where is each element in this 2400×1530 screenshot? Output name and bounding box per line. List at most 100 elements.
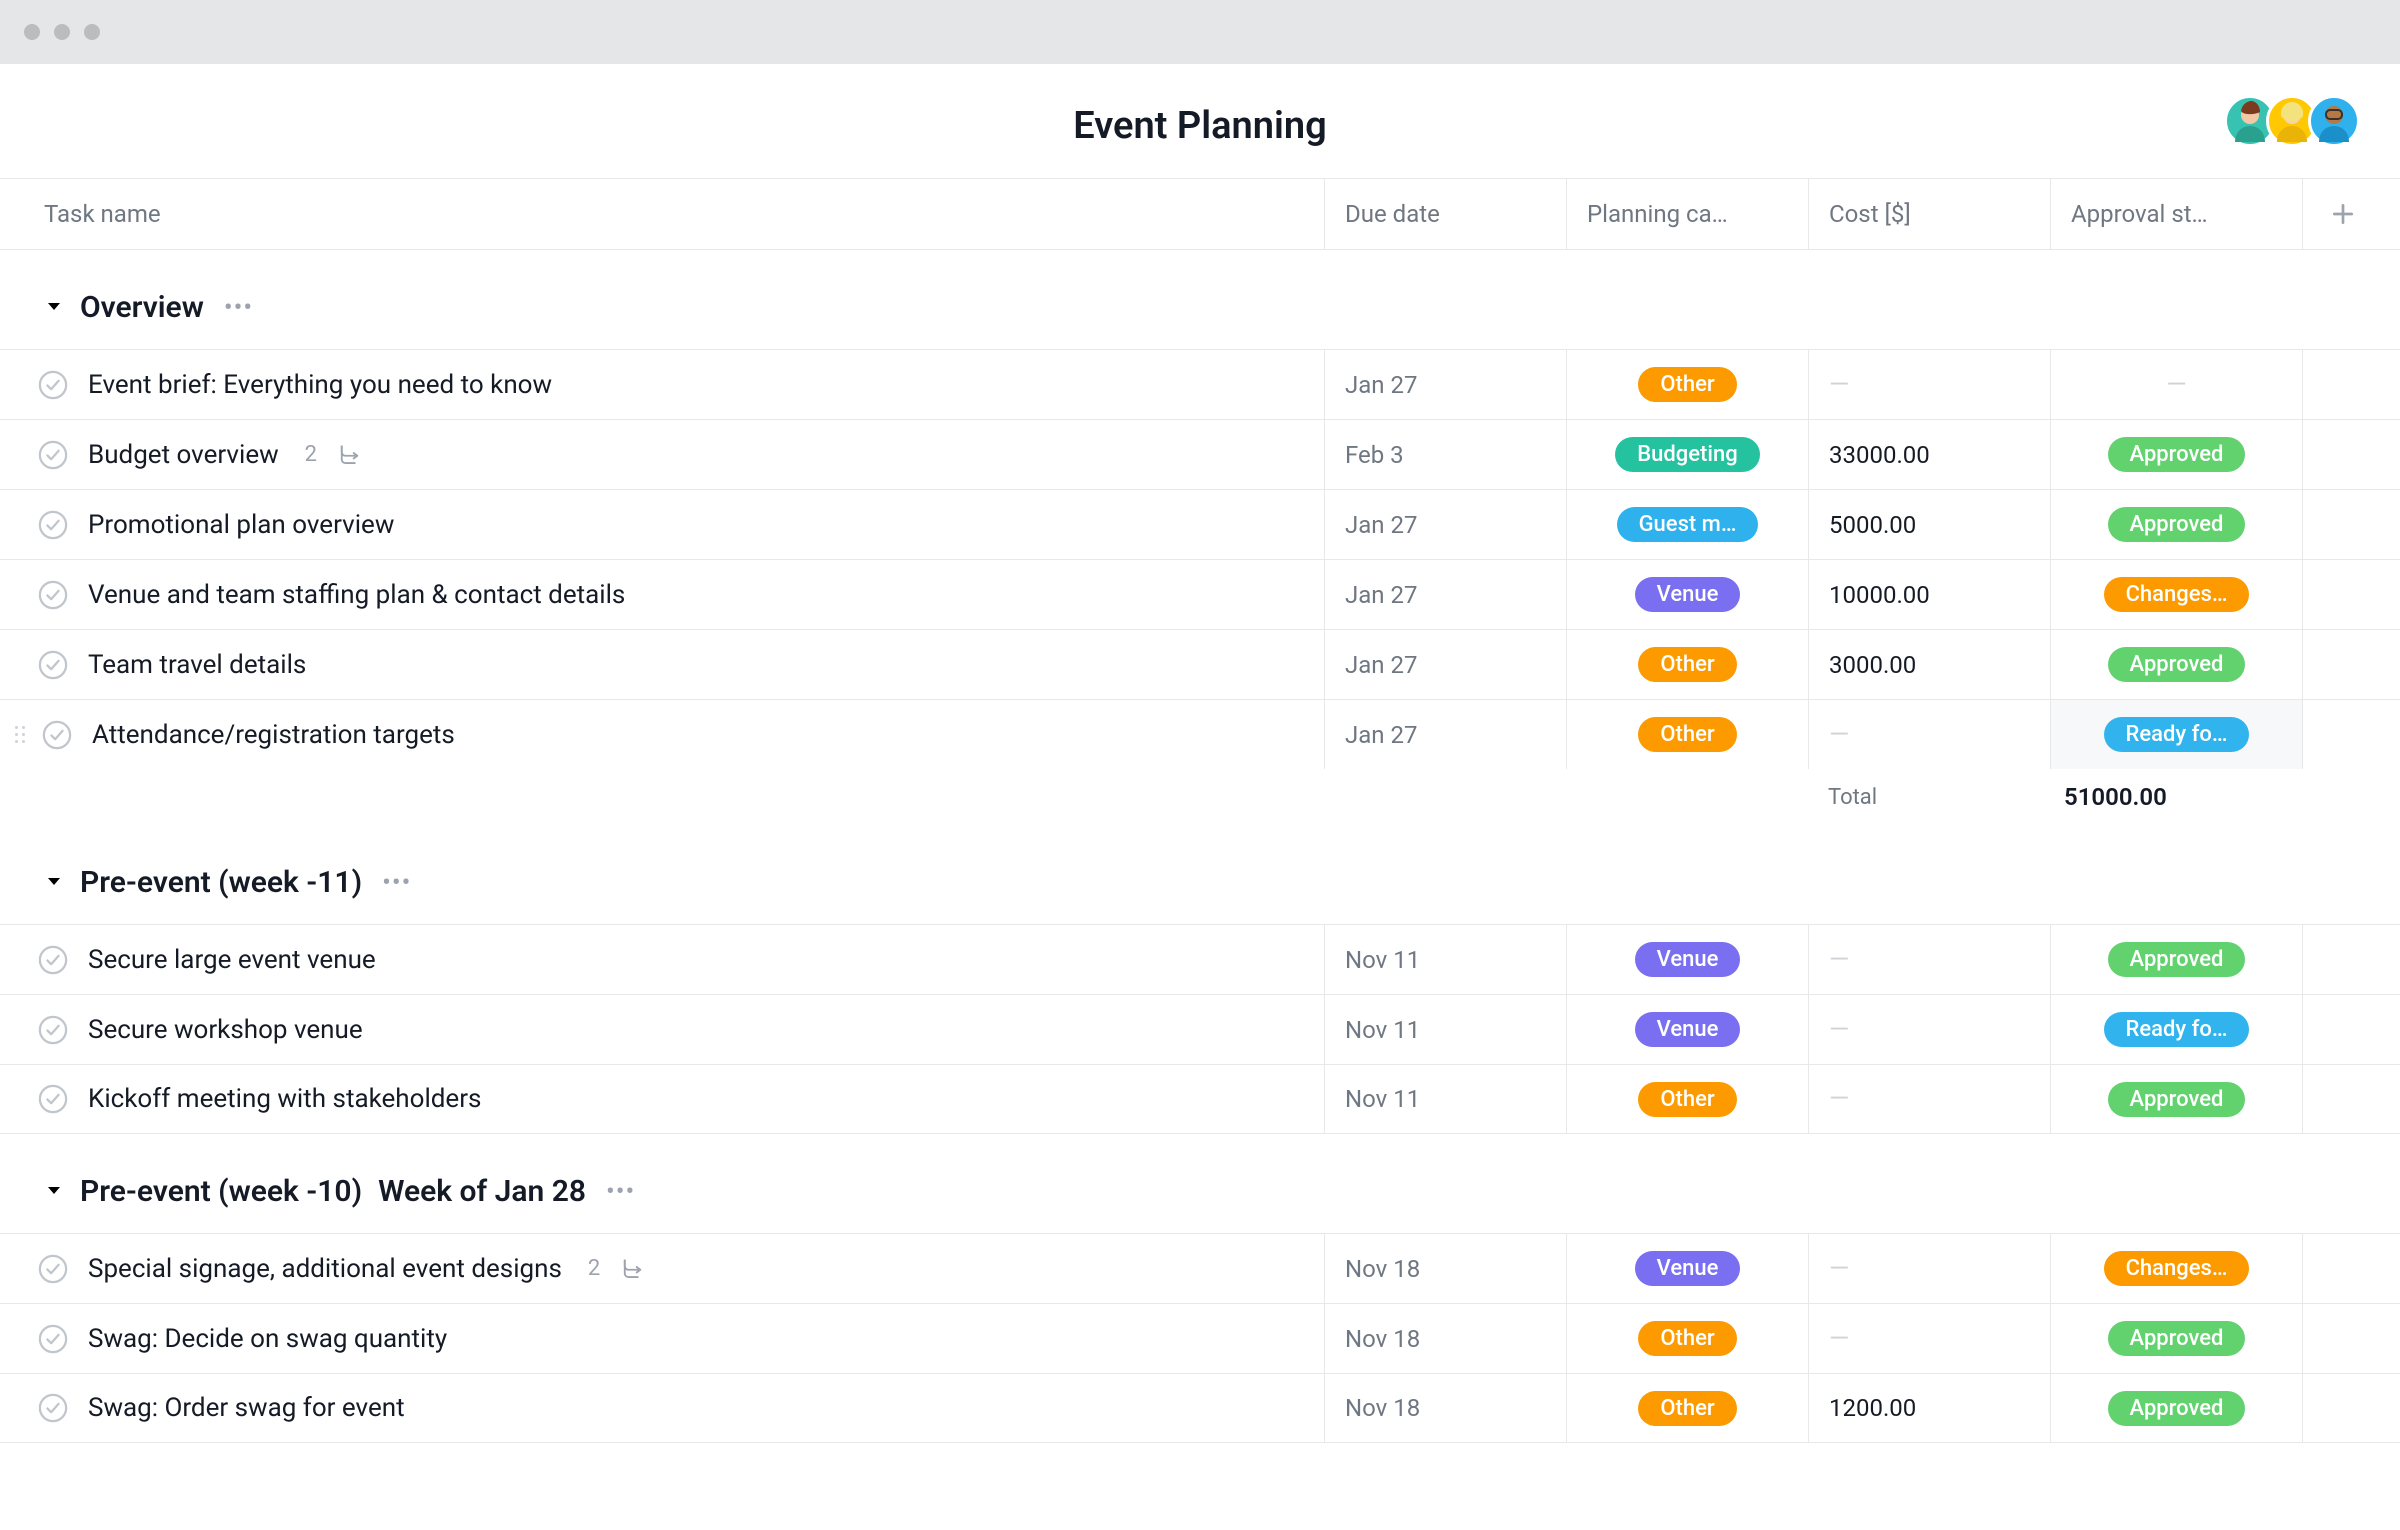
task-extra-cell (2302, 995, 2382, 1064)
section-header[interactable]: Pre-event (week -10)Week of Jan 28 ••• (0, 1134, 2400, 1233)
task-status[interactable]: Changes… (2050, 560, 2302, 629)
section-collapse-icon[interactable] (44, 1180, 64, 1204)
complete-checkbox-icon[interactable] (38, 1015, 68, 1045)
col-status[interactable]: Approval st… (2050, 179, 2302, 249)
task-category[interactable]: Budgeting (1566, 420, 1808, 489)
task-row[interactable]: Budget overview2 Feb 3 Budgeting 33000.0… (0, 419, 2400, 489)
section-more-icon[interactable]: ••• (382, 868, 411, 898)
task-cost[interactable]: 10000.00 (1808, 560, 2050, 629)
task-status[interactable]: Ready fo… (2050, 995, 2302, 1064)
complete-checkbox-icon[interactable] (38, 945, 68, 975)
window-close-button[interactable] (24, 24, 40, 40)
complete-checkbox-icon[interactable] (38, 370, 68, 400)
window-zoom-button[interactable] (84, 24, 100, 40)
task-row[interactable]: Event brief: Everything you need to know… (0, 349, 2400, 419)
complete-checkbox-icon[interactable] (38, 1324, 68, 1354)
task-cost[interactable]: — (1808, 350, 2050, 419)
task-row[interactable]: Promotional plan overview Jan 27 Guest m… (0, 489, 2400, 559)
task-due-date[interactable]: Jan 27 (1324, 700, 1566, 769)
task-status[interactable]: Changes… (2050, 1234, 2302, 1303)
drag-handle-icon[interactable] (10, 726, 30, 743)
complete-checkbox-icon[interactable] (38, 1393, 68, 1423)
section-more-icon[interactable]: ••• (224, 293, 253, 323)
task-cost[interactable]: — (1808, 925, 2050, 994)
task-status[interactable]: Approved (2050, 1374, 2302, 1442)
task-category[interactable]: Other (1566, 1065, 1808, 1133)
task-status[interactable]: Approved (2050, 1065, 2302, 1133)
task-row[interactable]: Kickoff meeting with stakeholders Nov 11… (0, 1064, 2400, 1134)
task-row[interactable]: Secure large event venue Nov 11 Venue — … (0, 924, 2400, 994)
task-category[interactable]: Venue (1566, 560, 1808, 629)
window-minimize-button[interactable] (54, 24, 70, 40)
task-due-date[interactable]: Jan 27 (1324, 630, 1566, 699)
task-extra-cell (2302, 420, 2382, 489)
task-due-date[interactable]: Nov 11 (1324, 925, 1566, 994)
task-status[interactable]: Approved (2050, 490, 2302, 559)
section-header[interactable]: Pre-event (week -11) ••• (0, 825, 2400, 924)
complete-checkbox-icon[interactable] (42, 720, 72, 750)
category-pill: Other (1638, 1321, 1736, 1356)
category-pill: Other (1638, 1391, 1736, 1426)
task-due-date[interactable]: Jan 27 (1324, 350, 1566, 419)
col-task-name[interactable]: Task name (0, 179, 1324, 249)
task-category[interactable]: Other (1566, 1374, 1808, 1442)
task-category[interactable]: Venue (1566, 1234, 1808, 1303)
complete-checkbox-icon[interactable] (38, 440, 68, 470)
col-category[interactable]: Planning ca… (1566, 179, 1808, 249)
task-cost[interactable]: — (1808, 1065, 2050, 1133)
section-collapse-icon[interactable] (44, 871, 64, 895)
section-more-icon[interactable]: ••• (606, 1177, 635, 1207)
task-cost[interactable]: — (1808, 1234, 2050, 1303)
task-due-date[interactable]: Jan 27 (1324, 560, 1566, 629)
task-status[interactable]: Approved (2050, 420, 2302, 489)
task-due-date[interactable]: Jan 27 (1324, 490, 1566, 559)
task-due-date[interactable]: Nov 11 (1324, 1065, 1566, 1133)
complete-checkbox-icon[interactable] (38, 1254, 68, 1284)
task-row[interactable]: Team travel details Jan 27 Other 3000.00… (0, 629, 2400, 699)
task-category[interactable]: Other (1566, 630, 1808, 699)
task-row[interactable]: Swag: Order swag for event Nov 18 Other … (0, 1373, 2400, 1443)
task-cost[interactable]: — (1808, 1304, 2050, 1373)
task-due-date[interactable]: Nov 18 (1324, 1374, 1566, 1442)
task-cost[interactable]: 3000.00 (1808, 630, 2050, 699)
complete-checkbox-icon[interactable] (38, 510, 68, 540)
task-cost[interactable]: — (1808, 700, 2050, 769)
section-total: Total51000.00 (0, 769, 2400, 825)
complete-checkbox-icon[interactable] (38, 1084, 68, 1114)
task-category[interactable]: Venue (1566, 925, 1808, 994)
task-cost[interactable]: — (1808, 995, 2050, 1064)
task-row[interactable]: Special signage, additional event design… (0, 1233, 2400, 1303)
task-category[interactable]: Other (1566, 1304, 1808, 1373)
task-cost[interactable]: 5000.00 (1808, 490, 2050, 559)
task-due-date[interactable]: Nov 18 (1324, 1304, 1566, 1373)
col-cost[interactable]: Cost [$] (1808, 179, 2050, 249)
task-category[interactable]: Guest m… (1566, 490, 1808, 559)
col-due-date[interactable]: Due date (1324, 179, 1566, 249)
task-row[interactable]: Attendance/registration targets Jan 27 O… (0, 699, 2400, 769)
task-status[interactable]: Ready fo… (2050, 700, 2302, 769)
task-cost[interactable]: 1200.00 (1808, 1374, 2050, 1442)
complete-checkbox-icon[interactable] (38, 580, 68, 610)
task-due-date[interactable]: Nov 11 (1324, 995, 1566, 1064)
status-pill: Approved (2108, 437, 2246, 472)
task-extra-cell (2302, 925, 2382, 994)
task-status[interactable]: Approved (2050, 630, 2302, 699)
task-category[interactable]: Other (1566, 700, 1808, 769)
complete-checkbox-icon[interactable] (38, 650, 68, 680)
section-header[interactable]: Overview ••• (0, 250, 2400, 349)
section-collapse-icon[interactable] (44, 296, 64, 320)
task-row[interactable]: Venue and team staffing plan & contact d… (0, 559, 2400, 629)
add-column-button[interactable] (2302, 179, 2382, 249)
task-category[interactable]: Venue (1566, 995, 1808, 1064)
task-status[interactable]: Approved (2050, 1304, 2302, 1373)
avatar[interactable] (2308, 95, 2360, 147)
task-row[interactable]: Secure workshop venue Nov 11 Venue — Rea… (0, 994, 2400, 1064)
task-status[interactable]: Approved (2050, 925, 2302, 994)
column-headers: Task name Due date Planning ca… Cost [$]… (0, 178, 2400, 250)
task-status[interactable]: — (2050, 350, 2302, 419)
task-due-date[interactable]: Nov 18 (1324, 1234, 1566, 1303)
task-due-date[interactable]: Feb 3 (1324, 420, 1566, 489)
task-cost[interactable]: 33000.00 (1808, 420, 2050, 489)
task-row[interactable]: Swag: Decide on swag quantity Nov 18 Oth… (0, 1303, 2400, 1373)
task-category[interactable]: Other (1566, 350, 1808, 419)
